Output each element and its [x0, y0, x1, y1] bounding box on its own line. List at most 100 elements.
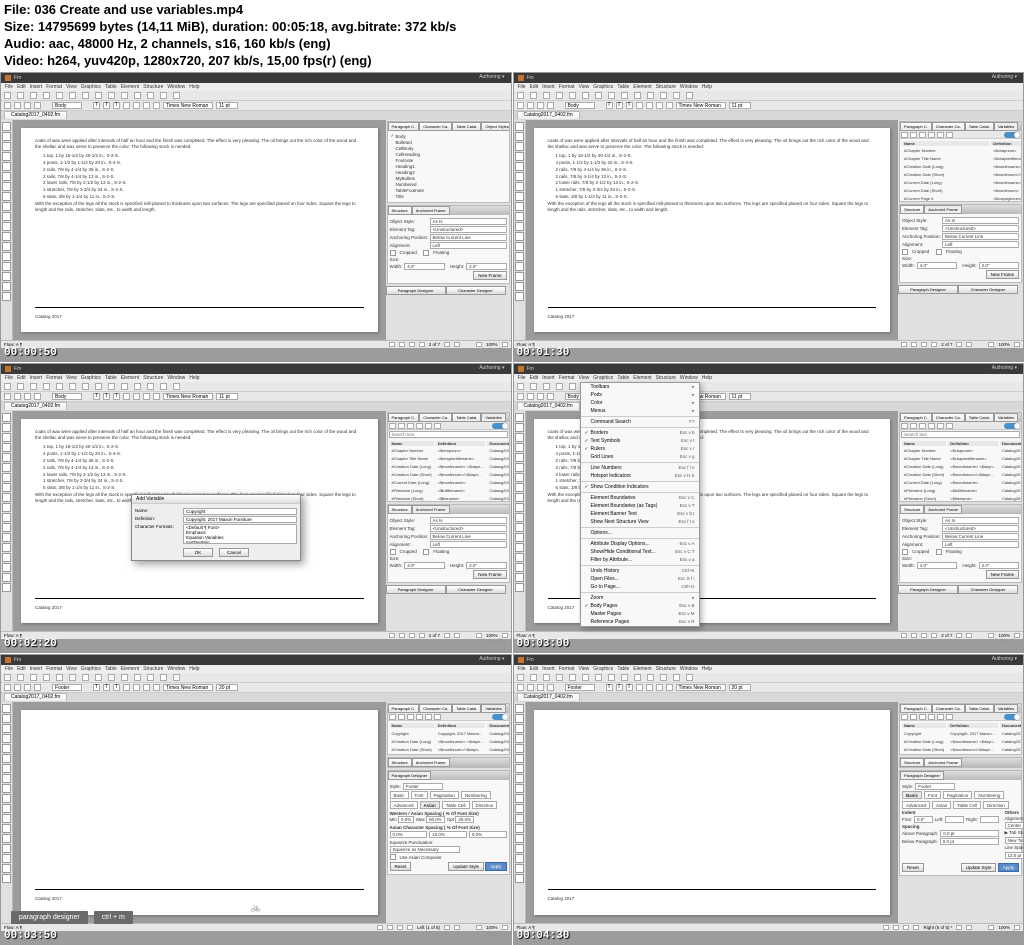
variables-table[interactable]: NameDefinitionDocument #Chapter Number<$… [900, 139, 1021, 201]
nav-button[interactable] [966, 342, 972, 347]
toolbar-button[interactable] [686, 92, 693, 99]
panel-tab[interactable]: Variables [994, 413, 1018, 422]
tool-button[interactable] [2, 192, 11, 201]
width-input[interactable]: 4.0" [917, 562, 957, 569]
nav-button[interactable] [956, 342, 962, 347]
alignment-select[interactable]: Left [430, 242, 507, 249]
tool-button[interactable] [2, 794, 11, 803]
toolbar-button[interactable] [147, 383, 154, 390]
panel-toolbar-button[interactable] [928, 423, 935, 429]
menu-item[interactable]: Toolbars▸ [581, 383, 699, 391]
menu-item[interactable]: Element [633, 375, 651, 381]
menu-item[interactable]: File [5, 84, 13, 90]
designer-tab[interactable]: Asian [420, 801, 440, 809]
doc-tab[interactable]: Catalog2017_0402.fm [4, 402, 67, 410]
tool-button[interactable] [515, 774, 524, 783]
para-designer-button[interactable]: Paragraph Designer [386, 585, 446, 594]
designer-tab[interactable]: Asian [932, 801, 951, 809]
toggle-switch[interactable] [1004, 714, 1020, 720]
toolbar-button[interactable] [82, 674, 89, 681]
tool-button[interactable] [515, 142, 524, 151]
menu-item[interactable]: Insert [30, 375, 43, 381]
toolbar-button[interactable] [543, 383, 550, 390]
nav-button[interactable] [387, 925, 393, 930]
menu-item[interactable]: View [579, 375, 590, 381]
panel-toolbar-button[interactable] [389, 423, 396, 429]
nav-button[interactable] [956, 633, 962, 638]
workspace-switcher[interactable]: Authoring ▾ [479, 365, 504, 371]
align-button[interactable] [143, 102, 150, 109]
variables-table[interactable]: NameDefinitionDocument #Chapter Number<$… [900, 439, 1021, 501]
panel-tab[interactable]: Anchored Frame [412, 505, 450, 514]
tool-button[interactable] [515, 212, 524, 221]
floating-checkbox[interactable] [936, 249, 942, 255]
menu-item[interactable]: Table [617, 84, 629, 90]
toolbar-button[interactable] [30, 674, 37, 681]
tool-button[interactable] [2, 272, 11, 281]
toolbar-button[interactable] [634, 674, 641, 681]
floating-checkbox[interactable] [423, 549, 429, 555]
page-footer[interactable]: Catalog 2017 [548, 314, 877, 320]
document-page[interactable]: coats of wax were applied after interval… [534, 128, 891, 332]
tool-button[interactable] [2, 814, 11, 823]
toolbar-button[interactable] [30, 383, 37, 390]
width-input[interactable]: 4.0" [404, 562, 444, 569]
panel-tab[interactable]: Character Ca. [419, 122, 452, 131]
para-format-selector[interactable]: Body [565, 102, 595, 109]
style-select[interactable]: Footer [915, 783, 955, 790]
tool-button[interactable] [515, 764, 524, 773]
apply-button[interactable]: Apply [485, 862, 506, 871]
zoom-out-button[interactable] [476, 925, 482, 930]
menu-item[interactable]: ✓RulersEsc v r [581, 445, 699, 453]
para-format-selector[interactable]: Footer [52, 684, 82, 691]
toolbar-button[interactable] [530, 674, 537, 681]
table-row[interactable]: #Current Date (Long)<$monthname>Catalog2… [902, 180, 1021, 186]
new-frame-button[interactable]: New Frame [473, 570, 506, 579]
toolbar-button[interactable] [134, 92, 141, 99]
zoom-out-button[interactable] [476, 342, 482, 347]
tool-button[interactable] [515, 854, 524, 863]
tool-button[interactable] [2, 704, 11, 713]
menu-item[interactable]: File [518, 84, 526, 90]
panel-tab[interactable]: Character Ca. [932, 413, 965, 422]
list-item[interactable]: 6 slats, 3/8 by 1-1/4 by 11 in., S-2-S. [43, 485, 364, 491]
font-style-button[interactable]: T [93, 393, 100, 400]
variables-table[interactable]: NameDefinitionDocument CopyrightCopyrigh… [388, 721, 509, 754]
panel-toolbar-button[interactable] [434, 714, 441, 720]
menu-item[interactable]: Edit [530, 666, 539, 672]
panel-tab[interactable]: Table Catal. [965, 704, 994, 713]
table-row[interactable]: #Current Date (Long)<$monthname>Catalog2… [902, 480, 1021, 486]
tool-button[interactable] [515, 182, 524, 191]
menu-item[interactable]: Window [680, 666, 698, 672]
font-selector[interactable]: Times New Roman [163, 102, 213, 109]
panel-toolbar-button[interactable] [910, 714, 917, 720]
align-button[interactable] [133, 684, 140, 691]
tool-button[interactable] [2, 473, 11, 482]
menu-item[interactable]: Help [702, 666, 712, 672]
toolbar-button[interactable] [134, 674, 141, 681]
font-selector[interactable]: Times New Roman [163, 684, 213, 691]
history-button[interactable] [24, 102, 31, 109]
panel-toolbar-button[interactable] [910, 423, 917, 429]
tool-button[interactable] [515, 473, 524, 482]
menu-item[interactable]: File [518, 666, 526, 672]
panel-toolbar-button[interactable] [389, 714, 396, 720]
toolbar-button[interactable] [43, 92, 50, 99]
menu-item[interactable]: Graphics [593, 375, 613, 381]
history-button[interactable] [4, 393, 11, 400]
tool-button[interactable] [515, 563, 524, 572]
menu-item[interactable]: Graphics [593, 666, 613, 672]
table-row[interactable]: #Chapter Number<$chapnum>Catalog2017 [902, 148, 1021, 154]
menu-item[interactable]: Format [559, 375, 575, 381]
toolbar-button[interactable] [160, 92, 167, 99]
menu-item[interactable]: Edit [530, 84, 539, 90]
search-input[interactable] [389, 431, 508, 438]
panel-tab[interactable]: Variables [481, 413, 505, 422]
panel-toolbar-button[interactable] [928, 714, 935, 720]
column-header[interactable]: Document [487, 723, 508, 728]
tool-button[interactable] [2, 232, 11, 241]
workspace-switcher[interactable]: Authoring ▾ [479, 656, 504, 662]
history-button[interactable] [547, 393, 554, 400]
font-style-button[interactable]: T [103, 393, 110, 400]
align-button[interactable] [153, 684, 160, 691]
